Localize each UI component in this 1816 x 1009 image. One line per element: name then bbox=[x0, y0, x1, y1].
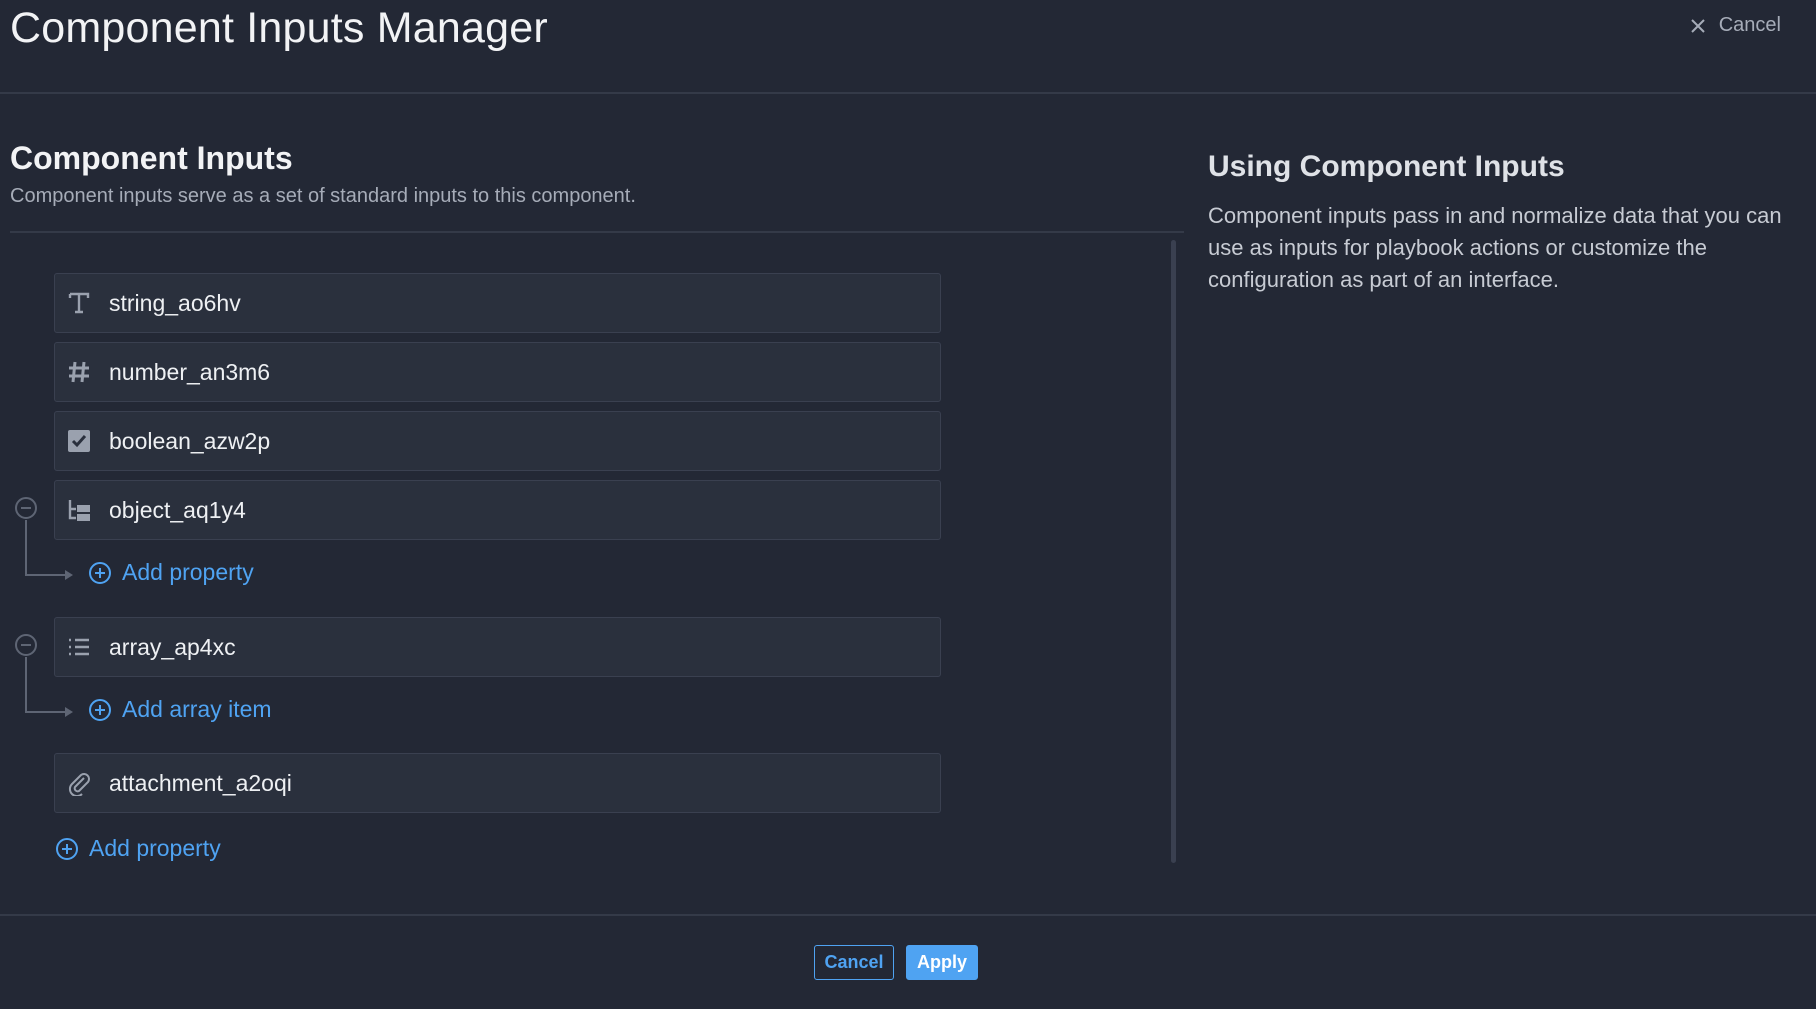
scrollbar[interactable] bbox=[1171, 240, 1176, 863]
input-label: number_an3m6 bbox=[109, 358, 271, 385]
section-subtitle: Component inputs serve as a set of stand… bbox=[10, 185, 636, 207]
section-title: Component Inputs bbox=[10, 140, 293, 176]
tree-arrow-icon bbox=[65, 570, 73, 580]
input-label: string_ao6hv bbox=[109, 289, 241, 316]
input-row-boolean[interactable]: boolean_azw2p bbox=[54, 411, 941, 471]
cancel-button[interactable]: Cancel bbox=[814, 945, 894, 980]
list-icon bbox=[65, 633, 93, 661]
plus-circle-icon bbox=[89, 698, 111, 721]
input-row-attachment[interactable]: attachment_a2oqi bbox=[54, 753, 941, 813]
object-tree-icon bbox=[65, 496, 93, 524]
tree-connector bbox=[25, 520, 27, 576]
input-row-string[interactable]: string_ao6hv bbox=[54, 273, 941, 333]
input-row-array[interactable]: array_ap4xc bbox=[54, 617, 941, 677]
plus-circle-icon bbox=[89, 561, 111, 584]
tree-connector bbox=[25, 574, 67, 576]
checkbox-icon bbox=[65, 427, 93, 455]
dialog-header: Component Inputs Manager Cancel bbox=[0, 0, 1816, 94]
add-array-item-link[interactable]: Add array item bbox=[88, 696, 272, 723]
collapse-array-toggle[interactable] bbox=[15, 634, 37, 656]
add-link-label: Add array item bbox=[122, 696, 272, 722]
text-type-icon bbox=[65, 289, 93, 317]
section-divider bbox=[10, 231, 1184, 233]
add-object-property-link[interactable]: Add property bbox=[88, 559, 254, 586]
header-cancel-label: Cancel bbox=[1718, 14, 1781, 36]
help-panel: Using Component Inputs Component inputs … bbox=[1208, 150, 1788, 296]
close-icon bbox=[1691, 18, 1705, 33]
help-title: Using Component Inputs bbox=[1208, 150, 1565, 183]
page-title: Component Inputs Manager bbox=[10, 4, 548, 52]
apply-button[interactable]: Apply bbox=[906, 945, 978, 980]
add-link-label: Add property bbox=[89, 835, 221, 861]
help-body: Component inputs pass in and normalize d… bbox=[1208, 203, 1782, 292]
input-label: object_aq1y4 bbox=[109, 496, 246, 523]
add-link-label: Add property bbox=[122, 559, 254, 585]
input-row-object[interactable]: object_aq1y4 bbox=[54, 480, 941, 540]
plus-circle-icon bbox=[56, 837, 78, 860]
tree-arrow-icon bbox=[65, 707, 73, 717]
input-label: boolean_azw2p bbox=[109, 427, 271, 454]
header-cancel-button[interactable]: Cancel bbox=[1689, 14, 1781, 37]
input-label: attachment_a2oqi bbox=[109, 769, 292, 796]
input-row-number[interactable]: number_an3m6 bbox=[54, 342, 941, 402]
paperclip-icon bbox=[65, 769, 93, 797]
hash-icon bbox=[65, 358, 93, 386]
tree-connector bbox=[25, 711, 67, 713]
collapse-object-toggle[interactable] bbox=[15, 497, 37, 519]
component-inputs-section: Component Inputs Component inputs serve … bbox=[10, 140, 1184, 208]
add-property-link[interactable]: Add property bbox=[55, 835, 221, 862]
input-label: array_ap4xc bbox=[109, 633, 236, 660]
tree-connector bbox=[25, 657, 27, 713]
